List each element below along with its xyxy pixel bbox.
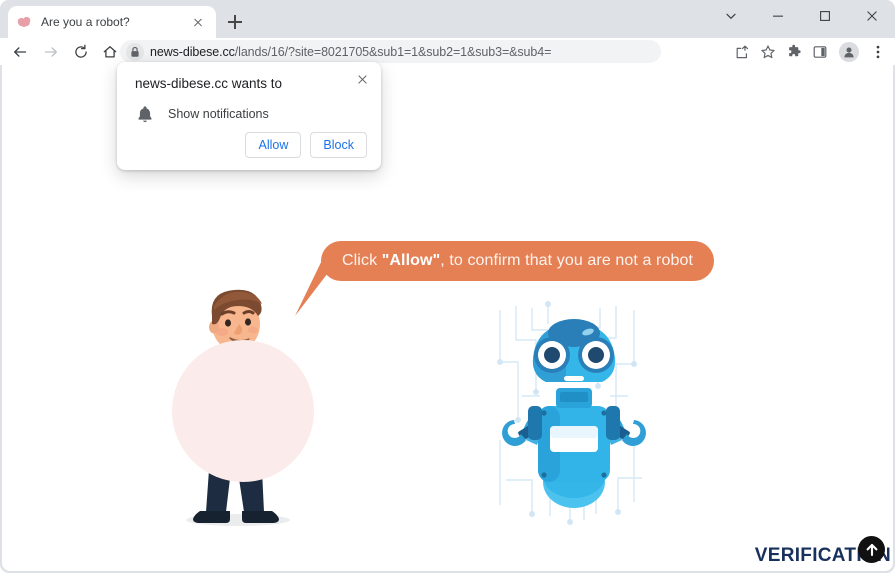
profile-avatar[interactable]: [839, 42, 859, 62]
minimize-icon[interactable]: [754, 0, 801, 32]
close-tab-icon[interactable]: [188, 12, 208, 32]
robot-illustration: [492, 300, 657, 535]
toolbar-right-icons: [729, 40, 891, 64]
permission-dialog-actions: Allow Block: [245, 132, 367, 158]
new-tab-button[interactable]: [224, 11, 246, 33]
scroll-to-top-button[interactable]: [858, 536, 885, 563]
browser-toolbar: news-dibese.cc/lands/16/?site=8021705&su…: [0, 38, 895, 65]
three-dot-menu-icon[interactable]: [865, 40, 891, 64]
tab-title: Are you a robot?: [41, 15, 130, 29]
permission-option-row: Show notifications: [135, 104, 269, 124]
bell-icon: [135, 104, 155, 124]
url-text: news-dibese.cc/lands/16/?site=8021705&su…: [150, 45, 551, 59]
tab-strip: Are you a robot?: [0, 0, 895, 38]
address-bar[interactable]: news-dibese.cc/lands/16/?site=8021705&su…: [120, 40, 661, 63]
notification-permission-dialog: news-dibese.cc wants to Show notificatio…: [117, 62, 381, 170]
close-dialog-icon[interactable]: [351, 68, 373, 90]
reload-icon[interactable]: [69, 40, 93, 64]
url-host: news-dibese.cc: [150, 44, 235, 59]
businessman-backdrop-circle: [172, 340, 314, 482]
browser-tab[interactable]: Are you a robot?: [8, 6, 216, 38]
back-icon[interactable]: [8, 40, 32, 64]
home-icon[interactable]: [98, 40, 122, 64]
forward-icon: [39, 40, 63, 64]
allow-button[interactable]: Allow: [245, 132, 302, 158]
tab-search-chevron-down-icon[interactable]: [707, 0, 754, 32]
bubble-suffix: , to confirm that you are not a robot: [440, 252, 693, 269]
robot-figure: [497, 301, 646, 525]
side-panel-icon[interactable]: [807, 40, 833, 64]
lock-icon[interactable]: [126, 42, 144, 61]
close-window-icon[interactable]: [848, 0, 895, 32]
window-controls: [707, 0, 895, 38]
bookmark-star-icon[interactable]: [755, 40, 781, 64]
maximize-icon[interactable]: [801, 0, 848, 32]
permission-dialog-title: news-dibese.cc wants to: [135, 76, 283, 91]
url-path: /lands/16/?site=8021705&sub1=1&sub2=1&su…: [234, 44, 552, 59]
permission-option-label: Show notifications: [168, 107, 269, 121]
block-button[interactable]: Block: [310, 132, 367, 158]
bubble-prefix: Click: [342, 252, 382, 269]
arrow-up-icon: [866, 543, 877, 556]
extensions-puzzle-icon[interactable]: [781, 40, 807, 64]
share-icon[interactable]: [729, 40, 755, 64]
speech-bubble-text: Click "Allow", to confirm that you are n…: [342, 252, 693, 270]
speech-bubble-body: Click "Allow", to confirm that you are n…: [321, 241, 714, 281]
bubble-emphasis: "Allow": [381, 252, 441, 269]
page-favicon: [16, 14, 32, 30]
browser-window: Are you a robot? news-dibese.cc/lands/16…: [0, 0, 895, 573]
